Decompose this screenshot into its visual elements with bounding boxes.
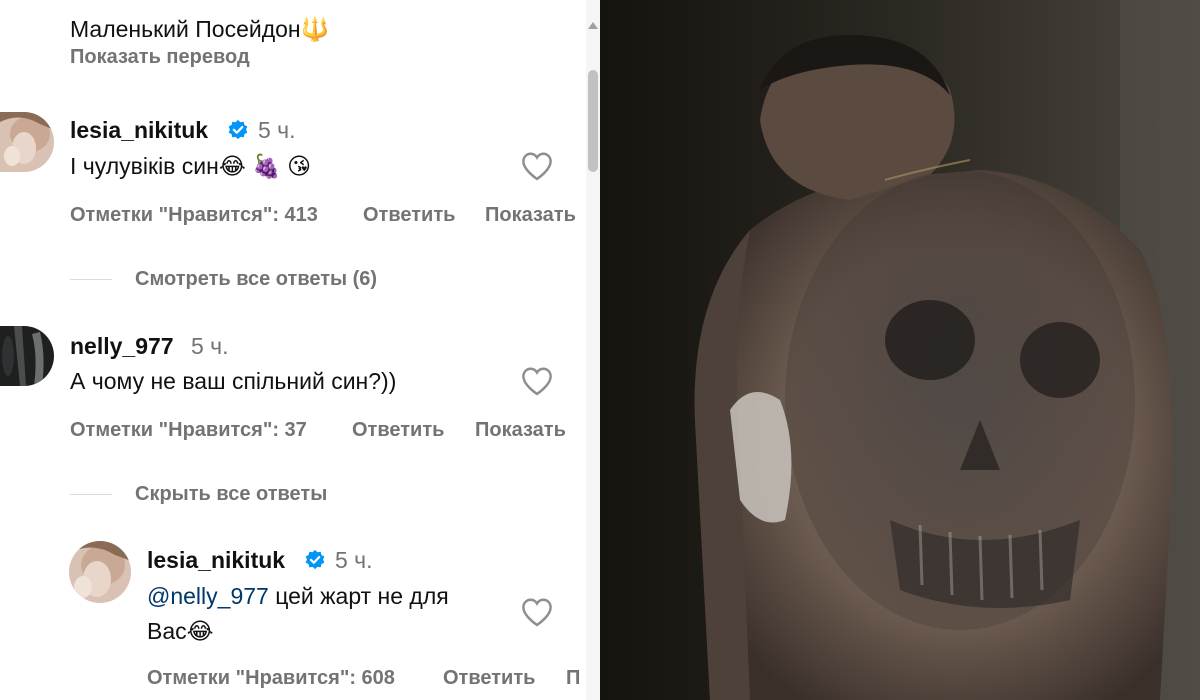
comment-time: 5 ч.	[191, 333, 229, 359]
caption-text: Маленький Посейдон	[70, 16, 301, 42]
comment-likes[interactable]: Отметки "Нравится": 37	[70, 419, 307, 442]
hide-replies-button[interactable]: Скрыть все ответы	[135, 483, 327, 506]
reply-button[interactable]: Ответить	[443, 667, 535, 690]
scrollbar-thumb[interactable]	[588, 70, 598, 172]
comment-text-body: І чулувіків син	[70, 153, 219, 179]
trident-emoji: 🔱	[300, 16, 330, 42]
scroll-up-arrow-icon[interactable]	[588, 22, 598, 29]
post-caption: Маленький Посейдон🔱	[70, 16, 329, 43]
comment-time: 5 ч.	[258, 117, 296, 143]
reply-text-line-2: Вас😂	[147, 614, 214, 648]
thread-line	[70, 279, 112, 280]
avatar[interactable]	[0, 326, 54, 386]
reply-text-line-1: @nelly_977 цей жарт не для	[147, 579, 449, 613]
avatar[interactable]	[69, 541, 131, 603]
like-heart-icon[interactable]	[520, 597, 554, 627]
comment-username[interactable]: nelly_977	[70, 333, 174, 360]
like-heart-icon[interactable]	[520, 366, 554, 396]
show-translation-link[interactable]: Показать перевод	[70, 46, 250, 69]
show-more-button[interactable]: П	[566, 667, 580, 690]
show-more-button[interactable]: Показать	[485, 204, 576, 227]
comment-emojis: 😂 🍇 😘	[218, 153, 312, 179]
reply-time: 5 ч.	[335, 547, 373, 573]
comments-panel: Маленький Посейдон🔱 Показать перевод les…	[0, 0, 600, 700]
comment-username[interactable]: lesia_nikituk	[70, 117, 208, 144]
mention-link[interactable]: @nelly_977	[147, 583, 269, 609]
thread-line	[70, 494, 112, 495]
comment-text: А чому не ваш спільний син?))	[70, 368, 397, 394]
laughing-emoji: 😂	[186, 618, 214, 644]
reply-text-end: Вас	[147, 618, 187, 644]
reply-button[interactable]: Ответить	[363, 204, 455, 227]
comment-text: І чулувіків син😂 🍇 😘	[70, 149, 311, 183]
reply-text-body: цей жарт не для	[275, 583, 449, 609]
verified-badge-icon	[228, 119, 248, 140]
tattooed-back-photo	[600, 0, 1200, 700]
like-heart-icon[interactable]	[520, 151, 554, 181]
show-more-button[interactable]: Показать	[475, 419, 566, 442]
reply-likes[interactable]: Отметки "Нравится": 608	[147, 667, 395, 690]
reply-username[interactable]: lesia_nikituk	[147, 547, 285, 574]
view-replies-button[interactable]: Смотреть все ответы (6)	[135, 268, 377, 291]
post-photo	[600, 0, 1200, 700]
avatar[interactable]	[0, 112, 54, 172]
reply-button[interactable]: Ответить	[352, 419, 444, 442]
comment-likes[interactable]: Отметки "Нравится": 413	[70, 204, 318, 227]
verified-badge-icon	[305, 549, 325, 570]
